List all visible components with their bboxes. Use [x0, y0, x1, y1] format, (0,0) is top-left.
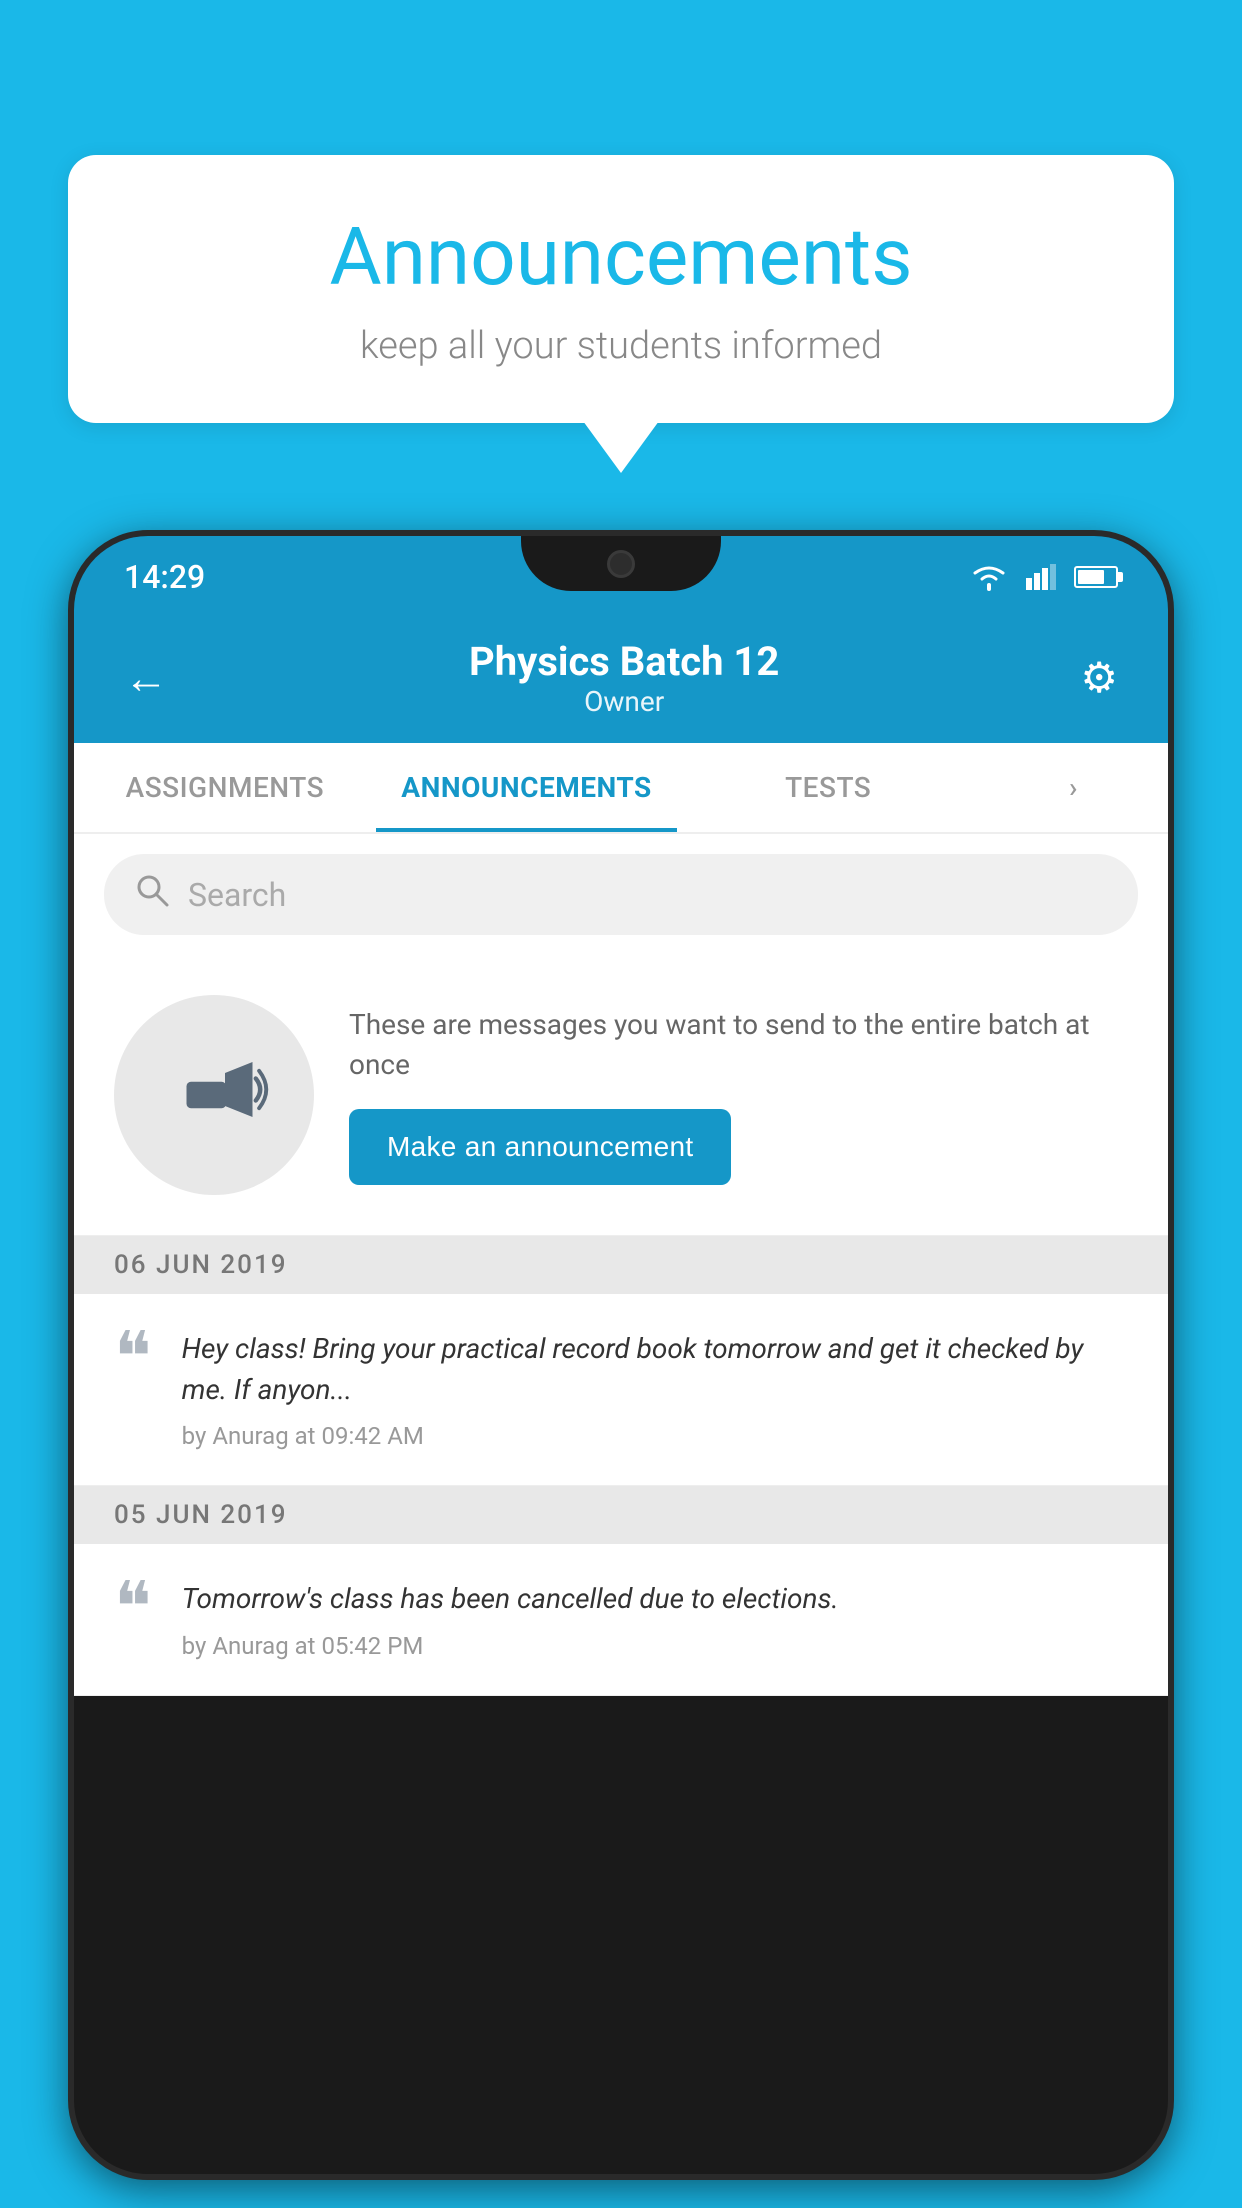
search-icon [134, 872, 170, 917]
megaphone-icon [159, 1040, 269, 1150]
announcement-cta: These are messages you want to send to t… [74, 955, 1168, 1236]
status-time: 14:29 [124, 558, 205, 596]
app-header: ← Physics Batch 12 Owner ⚙ [74, 618, 1168, 743]
phone-notch [521, 536, 721, 591]
announcement-item-1[interactable]: ❝ Hey class! Bring your practical record… [74, 1294, 1168, 1486]
date-separator-2: 05 JUN 2019 [74, 1486, 1168, 1544]
cta-description: These are messages you want to send to t… [349, 1005, 1128, 1083]
speech-bubble-arrow [583, 421, 659, 473]
batch-subtitle: Owner [168, 685, 1080, 718]
volume-down-button[interactable] [68, 846, 74, 946]
search-placeholder: Search [188, 876, 286, 914]
cta-right: These are messages you want to send to t… [349, 1005, 1128, 1184]
make-announcement-button[interactable]: Make an announcement [349, 1109, 731, 1185]
speech-bubble-container: Announcements keep all your students inf… [68, 155, 1174, 473]
phone-frame: 14:29 [68, 530, 1174, 2180]
search-bar-wrap: Search [74, 834, 1168, 955]
announcement-text-1: Hey class! Bring your practical record b… [182, 1329, 1128, 1450]
phone-container: 14:29 [68, 530, 1174, 2208]
tab-assignments[interactable]: ASSIGNMENTS [74, 743, 376, 832]
quote-icon-2: ❝ [114, 1574, 152, 1644]
tabs-bar: ASSIGNMENTS ANNOUNCEMENTS TESTS › [74, 743, 1168, 834]
battery-icon [1074, 566, 1118, 588]
signal-icon [1026, 564, 1056, 590]
megaphone-circle [114, 995, 314, 1195]
speech-bubble: Announcements keep all your students inf… [68, 155, 1174, 423]
speech-bubble-subtitle: keep all your students informed [128, 324, 1114, 368]
search-bar[interactable]: Search [104, 854, 1138, 935]
status-icons [970, 563, 1118, 591]
announcement-item-2[interactable]: ❝ Tomorrow's class has been cancelled du… [74, 1544, 1168, 1696]
date-separator-1: 06 JUN 2019 [74, 1236, 1168, 1294]
speech-bubble-title: Announcements [128, 210, 1114, 304]
tab-announcements[interactable]: ANNOUNCEMENTS [376, 743, 678, 832]
quote-icon-1: ❝ [114, 1324, 152, 1394]
back-button[interactable]: ← [124, 652, 168, 704]
camera-dot [607, 550, 635, 578]
wifi-icon [970, 563, 1008, 591]
announcement-body-1: Hey class! Bring your practical record b… [182, 1329, 1128, 1410]
tab-more[interactable]: › [979, 743, 1168, 832]
settings-icon[interactable]: ⚙ [1080, 653, 1118, 703]
announcement-body-2: Tomorrow's class has been cancelled due … [182, 1579, 1128, 1620]
tab-tests[interactable]: TESTS [677, 743, 979, 832]
announcement-text-2: Tomorrow's class has been cancelled due … [182, 1579, 1128, 1660]
power-button[interactable] [1168, 806, 1174, 926]
batch-title: Physics Batch 12 [168, 638, 1080, 685]
phone-content: Search These are me [74, 834, 1168, 1696]
header-title-block: Physics Batch 12 Owner [168, 638, 1080, 718]
announcement-meta-1: by Anurag at 09:42 AM [182, 1422, 1128, 1450]
announcement-meta-2: by Anurag at 05:42 PM [182, 1632, 1128, 1660]
